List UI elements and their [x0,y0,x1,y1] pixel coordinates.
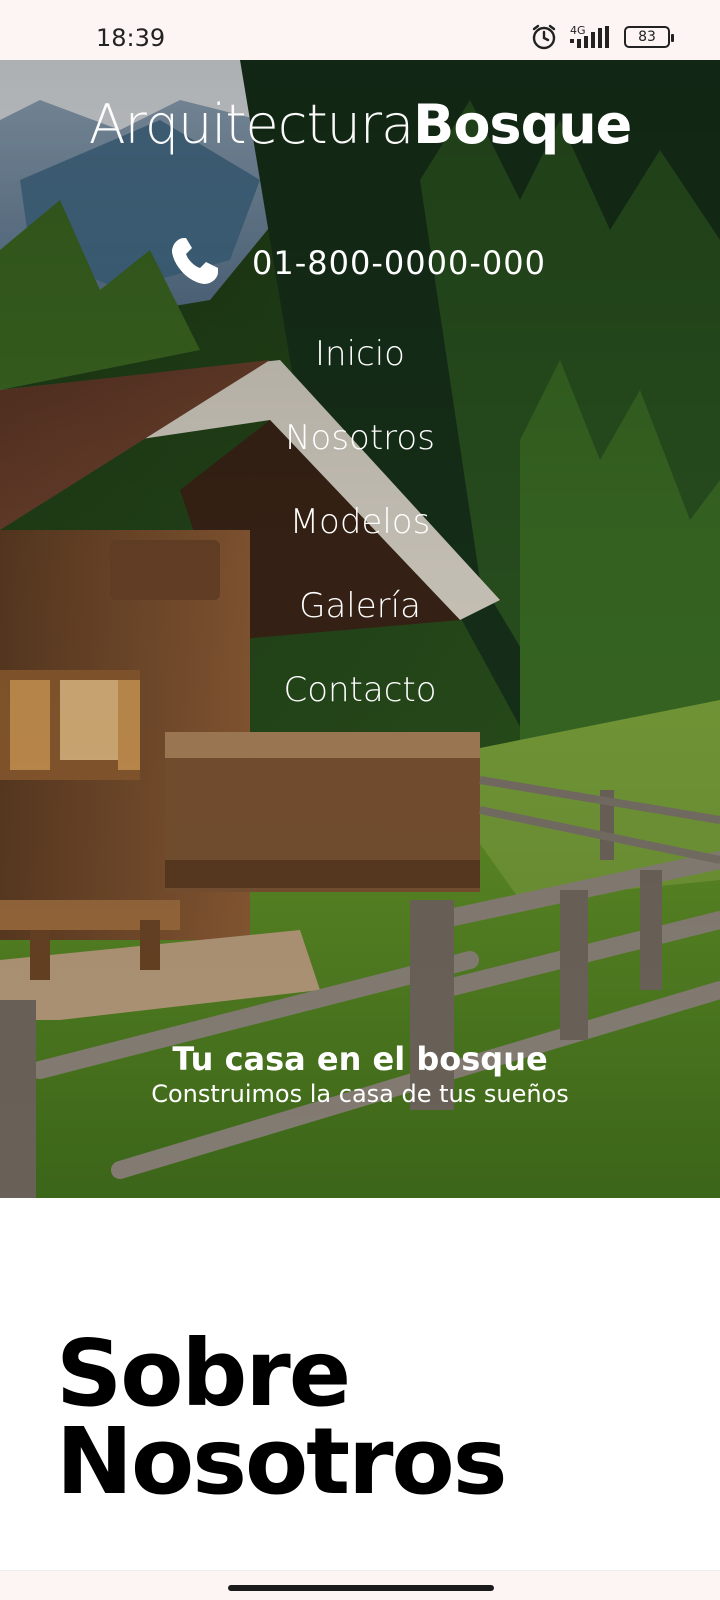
main-navigation: Inicio Nosotros Modelos Galería Contacto [0,334,720,754]
about-heading: Sobre Nosotros [56,1328,507,1508]
nav-item-inicio[interactable]: Inicio [0,334,720,418]
brand-light: Arquitectura [88,93,414,156]
phone-icon [166,232,224,294]
status-time: 18:39 [96,24,166,52]
network-label: 4G [570,24,586,37]
brand-logo[interactable]: ArquitecturaBosque [0,98,720,152]
phone-number: 01-800-0000-000 [252,244,546,282]
battery-level: 83 [638,29,656,45]
nav-item-galeria[interactable]: Galería [0,586,720,670]
home-indicator[interactable] [228,1585,494,1591]
system-navigation-bar [0,1570,720,1600]
phone-contact[interactable]: 01-800-0000-000 [166,232,546,294]
hero-tagline: Tu casa en el bosque Construimos la casa… [0,1040,720,1108]
alarm-icon [530,23,558,51]
about-heading-line2: Nosotros [56,1408,507,1516]
hero-subtitle: Construimos la casa de tus sueños [151,1080,569,1108]
nav-item-nosotros[interactable]: Nosotros [0,418,720,502]
nav-item-modelos[interactable]: Modelos [0,502,720,586]
status-icons: 4G 83 [530,22,674,52]
hero-title: Tu casa en el bosque [172,1040,548,1078]
nav-item-contacto[interactable]: Contacto [0,670,720,754]
battery-icon: 83 [624,26,674,48]
signal-icon: 4G [568,24,614,50]
brand-bold: Bosque [413,93,632,156]
hero-section: ArquitecturaBosque 01-800-0000-000 Inici… [0,60,720,1198]
status-bar: 18:39 4G 83 [0,0,720,60]
